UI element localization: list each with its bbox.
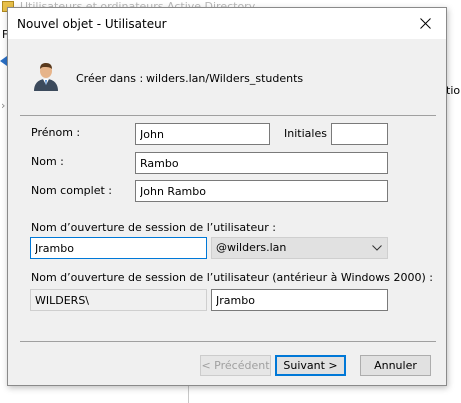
close-button[interactable] xyxy=(404,8,446,39)
previous-button[interactable]: < Précédent xyxy=(200,355,271,376)
background-divider xyxy=(188,384,189,403)
chevron-down-icon xyxy=(372,245,382,251)
background-column-header: tion xyxy=(446,84,461,97)
separator xyxy=(20,341,436,342)
create-in-label: Créer dans : xyxy=(76,72,144,85)
first-name-field[interactable] xyxy=(135,123,270,145)
logon-name-field[interactable] xyxy=(30,237,207,259)
full-name-label: Nom complet : xyxy=(31,184,112,197)
user-icon xyxy=(34,63,58,91)
initials-label: Initiales : xyxy=(284,127,335,140)
last-name-field[interactable] xyxy=(135,152,388,174)
create-in-path: wilders.lan/Wilders_students xyxy=(146,72,304,85)
next-button[interactable]: Suivant > xyxy=(275,355,346,376)
close-icon xyxy=(419,18,431,29)
initials-field[interactable] xyxy=(331,123,388,145)
tree-expand-icon[interactable]: › xyxy=(1,99,5,112)
first-name-label: Prénom : xyxy=(31,126,81,139)
back-arrow-icon[interactable] xyxy=(0,56,7,66)
legacy-domain-field xyxy=(30,289,207,311)
dialog-titlebar[interactable]: Nouvel objet - Utilisateur xyxy=(8,8,446,39)
last-name-label: Nom : xyxy=(31,155,64,168)
separator xyxy=(20,115,436,116)
logon-name-label: Nom d’ouverture de session de l’utilisat… xyxy=(31,221,276,234)
domain-suffix-value: @wilders.lan xyxy=(216,241,287,254)
new-user-dialog: Nouvel objet - Utilisateur Créer dans : … xyxy=(7,7,447,386)
full-name-field[interactable] xyxy=(135,180,388,202)
dialog-title: Nouvel objet - Utilisateur xyxy=(17,17,167,31)
legacy-logon-field[interactable] xyxy=(211,289,388,311)
legacy-logon-label: Nom d’ouverture de session de l’utilisat… xyxy=(31,271,433,284)
domain-suffix-select[interactable]: @wilders.lan xyxy=(211,237,388,259)
cancel-button[interactable]: Annuler xyxy=(360,355,431,376)
